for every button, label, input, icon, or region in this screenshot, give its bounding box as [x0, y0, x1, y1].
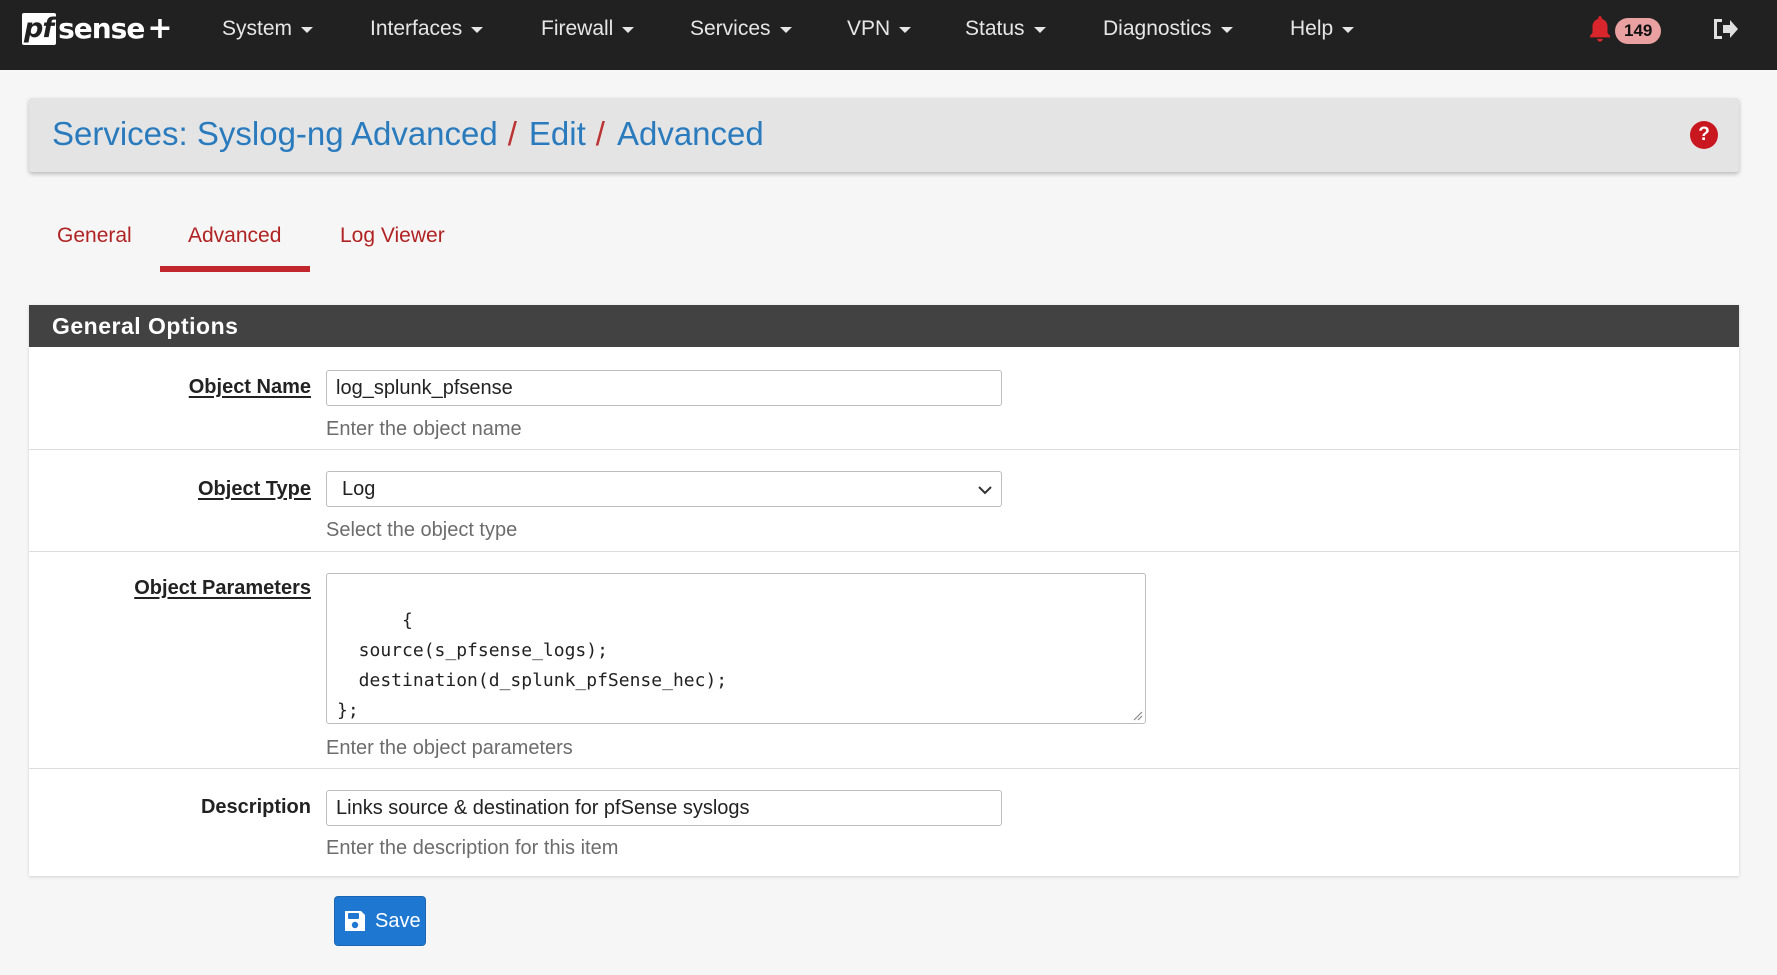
nav-menu-diagnostics[interactable]: Diagnostics [1103, 17, 1233, 41]
caret-down-icon [622, 27, 635, 33]
breadcrumb-separator: / [595, 115, 605, 152]
chevron-down-icon [978, 486, 992, 495]
panel-title: General Options [29, 305, 1739, 347]
resize-grip-icon[interactable] [1131, 709, 1143, 721]
general-options-panel: General Options Object Name log_splunk_p… [29, 305, 1739, 876]
nav-menu-interfaces[interactable]: Interfaces [370, 17, 484, 41]
nav-menu-label: Help [1290, 17, 1334, 40]
breadcrumb-item-advanced[interactable]: Advanced [617, 115, 764, 153]
object-type-help: Select the object type [326, 519, 518, 541]
pfsense-logo[interactable]: pf sense + [22, 11, 172, 47]
object-parameters-help: Enter the object parameters [326, 737, 573, 759]
tab-advanced[interactable]: Advanced [188, 224, 281, 248]
caret-down-icon [779, 27, 792, 33]
breadcrumb-separator: / [507, 115, 517, 152]
breadcrumb-item-syslog-ng-advanced[interactable]: Services: Syslog-ng Advanced [52, 115, 498, 153]
save-button-label: Save [375, 909, 421, 932]
caret-down-icon [301, 27, 314, 33]
object-type-select[interactable]: Log [326, 471, 1002, 507]
object-parameters-textarea[interactable]: { source(s_pfsense_logs); destination(d_… [326, 573, 1146, 724]
tab-log-viewer[interactable]: Log Viewer [340, 224, 445, 248]
nav-menu-status[interactable]: Status [965, 17, 1046, 41]
tab-general[interactable]: General [57, 224, 132, 248]
nav-menu-label: Status [965, 17, 1025, 40]
object-name-label[interactable]: Object Name [189, 376, 311, 399]
caret-down-icon [899, 27, 912, 33]
object-type-selected-value: Log [342, 478, 376, 500]
floppy-disk-icon [345, 911, 365, 931]
description-label: Description [200, 796, 311, 818]
logo-sense: sense [58, 12, 145, 45]
help-icon[interactable]: ? [1690, 121, 1718, 149]
object-parameters-row: Object Parameters { source(s_pfsense_log… [29, 551, 1739, 768]
object-parameters-value: { source(s_pfsense_logs); destination(d_… [337, 610, 728, 721]
breadcrumb: Services: Syslog-ng Advanced / Edit / Ad… [52, 115, 764, 153]
description-help: Enter the description for this item [326, 837, 619, 859]
active-tab-indicator [160, 266, 310, 272]
caret-down-icon [1220, 27, 1233, 33]
bell-icon[interactable] [1587, 14, 1613, 44]
object-name-input[interactable]: log_splunk_pfsense [326, 370, 1002, 406]
nav-menu-system[interactable]: System [222, 17, 314, 41]
nav-menu-label: VPN [847, 17, 891, 40]
object-name-row: Object Name log_splunk_pfsense Enter the… [29, 347, 1739, 449]
object-name-help: Enter the object name [326, 418, 522, 440]
top-navbar: pf sense + System Interfaces Firewall Se… [0, 0, 1777, 70]
breadcrumb-panel: Services: Syslog-ng Advanced / Edit / Ad… [29, 98, 1739, 172]
nav-menu-label: Firewall [541, 17, 614, 40]
nav-menu-label: Diagnostics [1103, 17, 1212, 40]
sign-out-icon[interactable] [1710, 14, 1740, 44]
nav-menu-label: System [222, 17, 293, 40]
breadcrumb-item-edit[interactable]: Edit [529, 115, 586, 153]
save-button[interactable]: Save [334, 896, 426, 946]
nav-menu-label: Interfaces [370, 17, 463, 40]
tab-bar: General Advanced Log Viewer [29, 210, 629, 272]
logo-plus: + [147, 11, 173, 46]
caret-down-icon [1342, 27, 1355, 33]
notification-count-badge[interactable]: 149 [1615, 18, 1662, 44]
caret-down-icon [1033, 27, 1046, 33]
object-type-label[interactable]: Object Type [198, 478, 311, 501]
caret-down-icon [471, 27, 484, 33]
nav-menu-vpn[interactable]: VPN [847, 17, 912, 41]
logo-pf: pf [22, 13, 57, 45]
nav-menu-services[interactable]: Services [690, 17, 792, 41]
description-input[interactable]: Links source & destination for pfSense s… [326, 790, 1002, 826]
nav-menu-label: Services [690, 17, 771, 40]
object-type-row: Object Type Log Select the object type [29, 449, 1739, 551]
nav-menu-firewall[interactable]: Firewall [541, 17, 635, 41]
description-row: Description Links source & destination f… [29, 768, 1739, 870]
object-parameters-label[interactable]: Object Parameters [134, 577, 311, 600]
nav-menu-help[interactable]: Help [1290, 17, 1355, 41]
